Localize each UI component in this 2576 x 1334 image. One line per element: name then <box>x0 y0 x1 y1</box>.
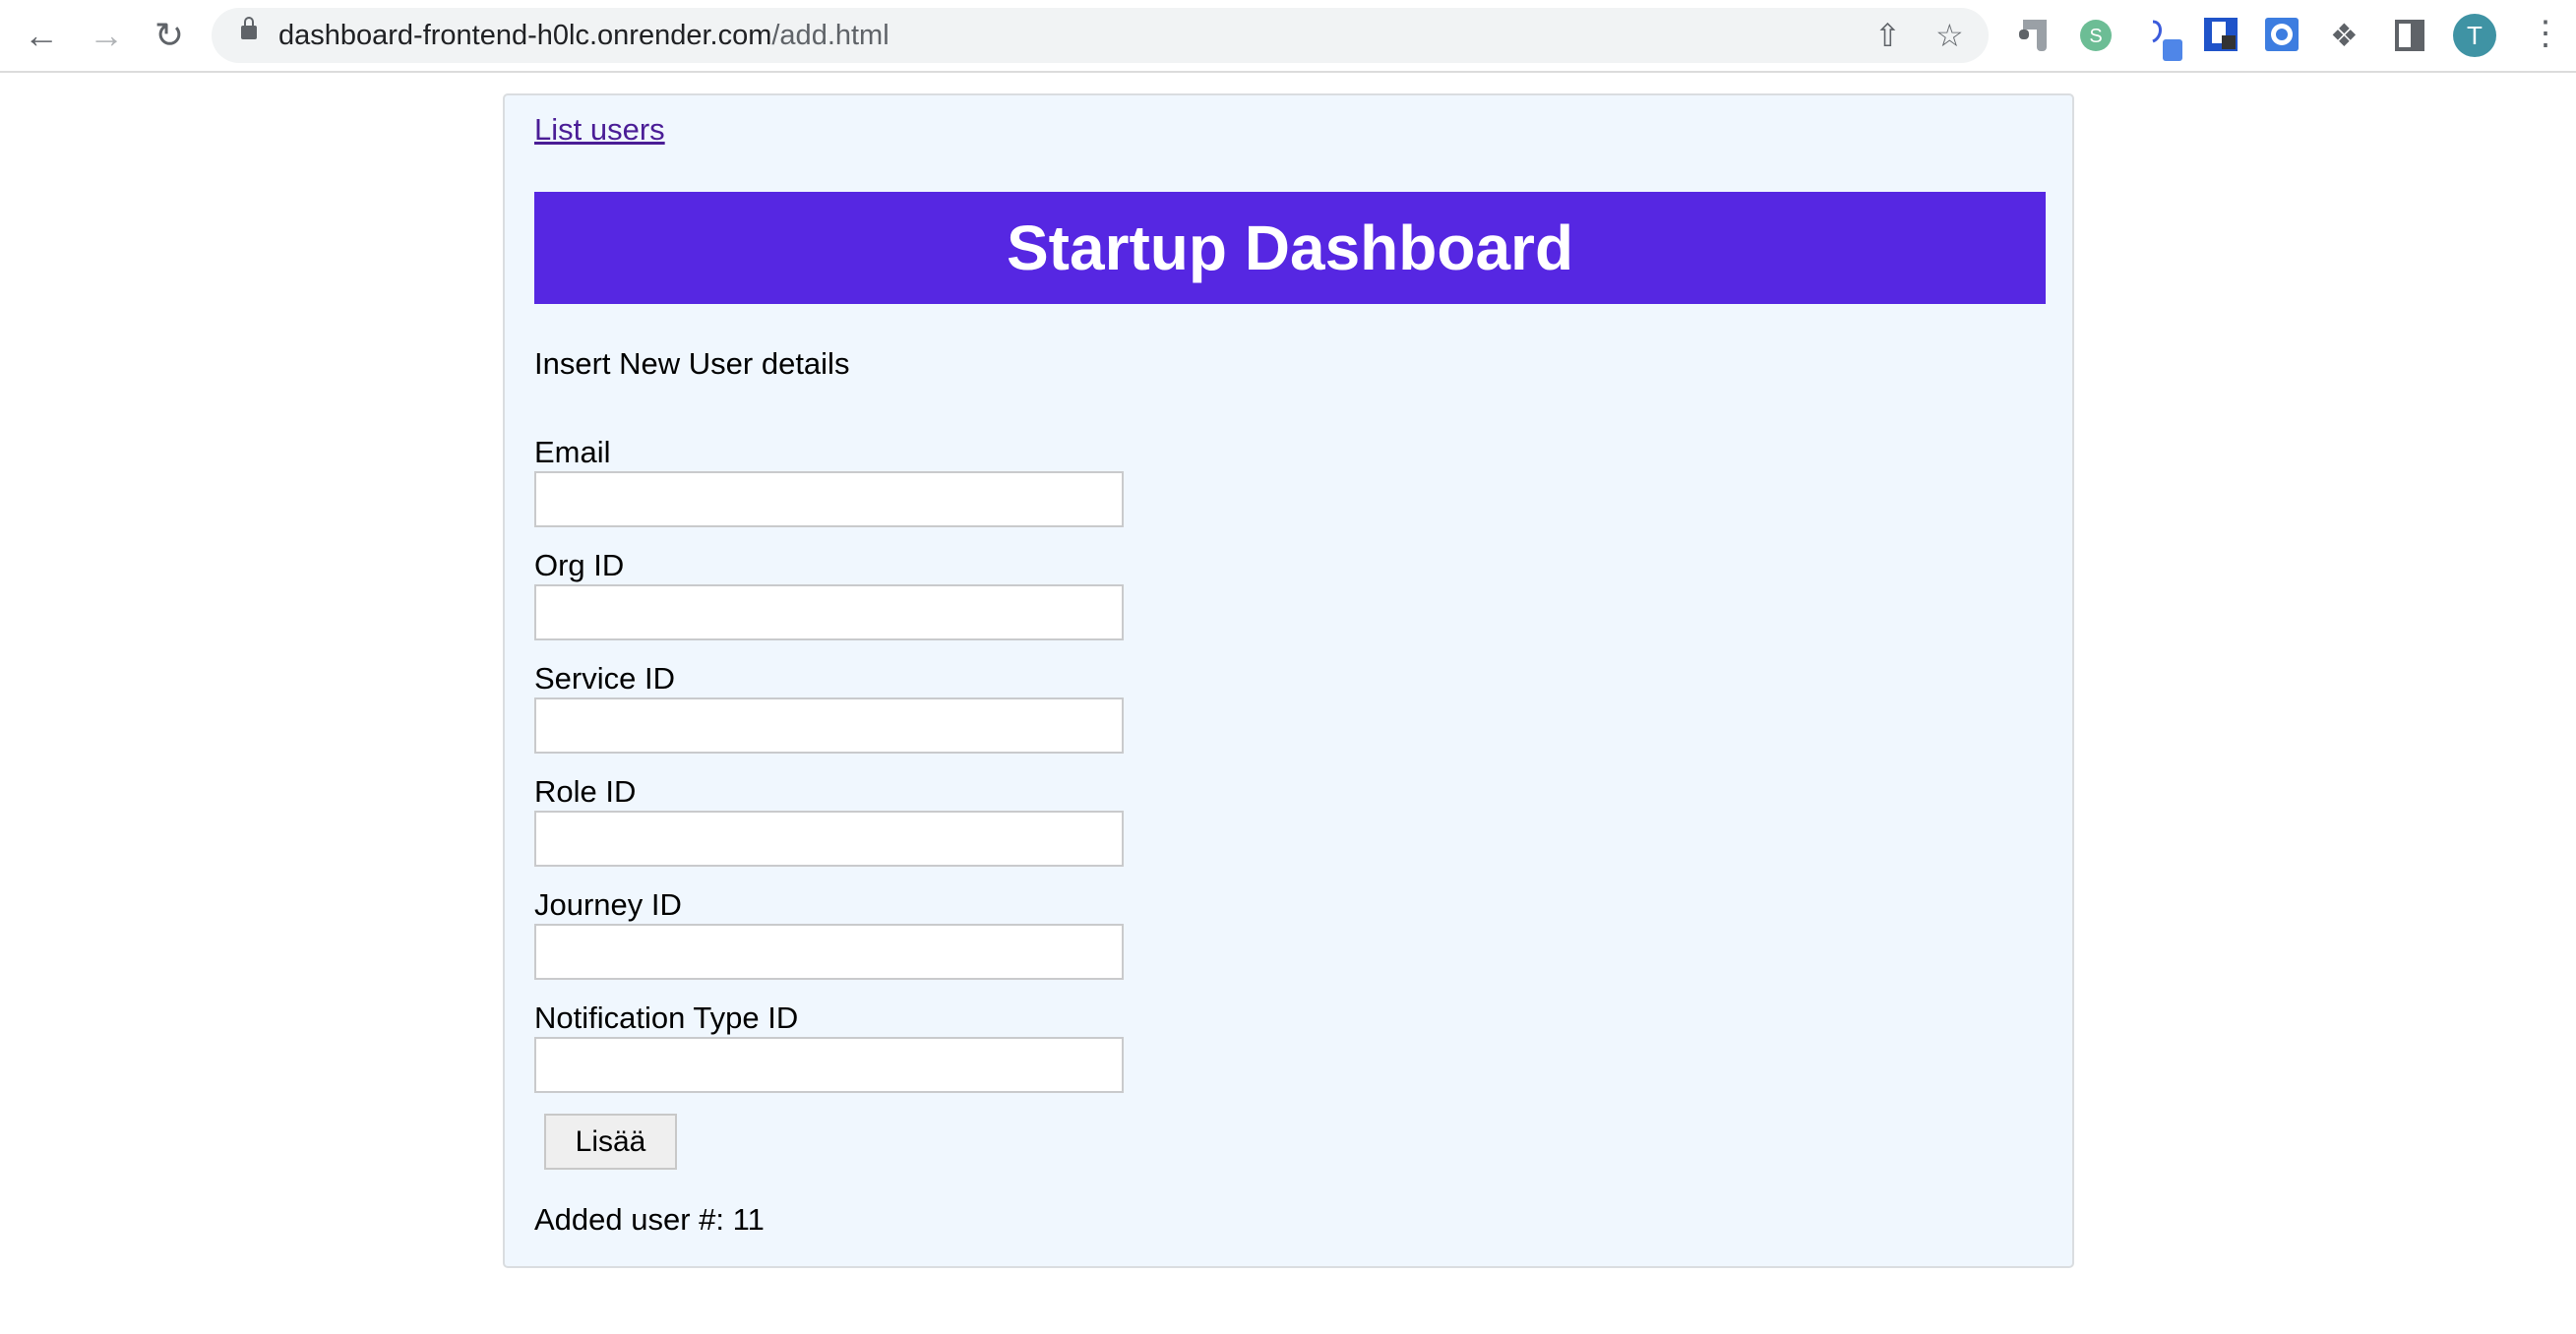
sidebar-icon[interactable] <box>2393 18 2428 53</box>
share-icon[interactable]: ⇧ <box>1874 18 1901 53</box>
star-icon[interactable]: ☆ <box>1935 18 1964 53</box>
url-text[interactable]: dashboard-frontend-h0lc.onrender.com/add… <box>278 20 889 51</box>
service-id-label: Service ID <box>534 661 675 696</box>
address-bar[interactable]: dashboard-frontend-h0lc.onrender.com/add… <box>212 8 1989 63</box>
status-message: Added user #: 11 <box>534 1202 765 1237</box>
form-subtitle: Insert New User details <box>534 346 850 381</box>
email-label: Email <box>534 435 611 469</box>
puzzle-icon[interactable]: ❖ <box>2330 18 2365 53</box>
lock-icon[interactable] <box>241 17 257 39</box>
menu-icon[interactable]: ⋮ <box>2529 12 2562 55</box>
journey-id-label: Journey ID <box>534 887 682 922</box>
email-input[interactable] <box>534 471 1124 527</box>
service-id-input[interactable] <box>534 697 1124 754</box>
forward-icon[interactable]: → <box>87 16 126 55</box>
org-id-label: Org ID <box>534 548 625 582</box>
role-id-label: Role ID <box>534 774 637 809</box>
url-path: /add.html <box>771 20 889 51</box>
back-icon[interactable]: ← <box>22 16 61 55</box>
reload-icon[interactable]: ↻ <box>150 16 189 55</box>
page-title: Startup Dashboard <box>534 192 2046 304</box>
extension-vpn-icon[interactable] <box>2265 18 2300 53</box>
role-id-input[interactable] <box>534 811 1124 867</box>
extension-analytics-icon[interactable] <box>2015 18 2051 53</box>
svg-text:S: S <box>2089 26 2102 47</box>
url-domain: dashboard-frontend-h0lc.onrender.com <box>278 20 772 51</box>
extension-link-icon[interactable] <box>2145 18 2182 61</box>
notification-type-id-label: Notification Type ID <box>534 1000 799 1035</box>
list-users-link[interactable]: List users <box>534 112 665 148</box>
extension-password-icon[interactable] <box>2204 18 2239 53</box>
submit-button[interactable]: Lisää <box>544 1114 677 1170</box>
browser-toolbar: ← → ↻ dashboard-frontend-h0lc.onrender.c… <box>0 0 2576 73</box>
org-id-input[interactable] <box>534 584 1124 640</box>
journey-id-input[interactable] <box>534 924 1124 980</box>
avatar[interactable]: T <box>2453 14 2496 57</box>
notification-type-id-input[interactable] <box>534 1037 1124 1093</box>
extension-green-icon[interactable]: S <box>2078 18 2114 53</box>
